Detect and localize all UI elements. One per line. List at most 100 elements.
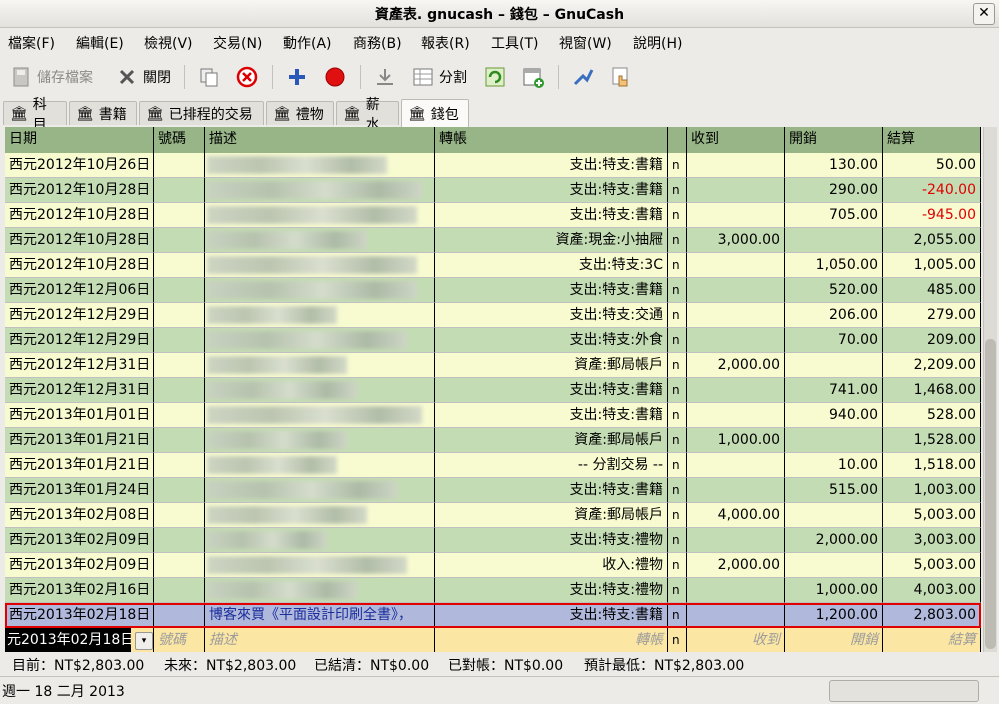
cell-date[interactable]: 西元2012年10月28日 (5, 253, 154, 278)
cell-withdrawal[interactable] (785, 553, 883, 578)
cell-desc[interactable] (205, 428, 435, 453)
cell-date[interactable]: 西元2012年12月29日 (5, 328, 154, 353)
cell-desc[interactable] (205, 553, 435, 578)
cell-deposit[interactable] (687, 578, 785, 603)
cell-deposit[interactable]: 2,000.00 (687, 353, 785, 378)
cell-r[interactable]: n (668, 153, 687, 178)
table-row[interactable]: 西元2013年01月21日 資產:郵局帳戶 n 1,000.00 1,528.00 (5, 428, 981, 453)
cell-deposit[interactable] (687, 153, 785, 178)
menu-item[interactable]: 交易(N) (213, 33, 262, 53)
cell-date[interactable]: 西元2013年01月21日 (5, 428, 154, 453)
cell-r[interactable]: n (668, 328, 687, 353)
cell-balance[interactable]: 279.00 (883, 303, 981, 328)
cell-deposit[interactable] (687, 603, 785, 628)
tab-account[interactable]: 🏛 薪水 (336, 97, 399, 133)
cell-balance[interactable]: 209.00 (883, 328, 981, 353)
table-row[interactable]: 西元2012年12月29日 支出:特支:外食 n 70.00 209.00 (5, 328, 981, 353)
cell-deposit[interactable] (687, 328, 785, 353)
add-button[interactable] (286, 63, 308, 91)
cell-deposit[interactable] (687, 453, 785, 478)
cell-date[interactable]: 西元2012年10月28日 (5, 178, 154, 203)
cell-transfer[interactable]: 支出:特支:書籍 (435, 178, 668, 203)
table-row[interactable]: 西元2013年01月01日 支出:特支:書籍 n 940.00 528.00 (5, 403, 981, 428)
cell-r[interactable]: n (668, 553, 687, 578)
cell-transfer[interactable]: 支出:特支:交通 (435, 303, 668, 328)
cell-desc[interactable]: 博客來買《平面設計印刷全書》， (205, 603, 435, 628)
cell-balance[interactable]: 5,003.00 (883, 503, 981, 528)
cell-deposit[interactable] (687, 253, 785, 278)
cell-desc[interactable] (205, 353, 435, 378)
cell-num[interactable] (154, 228, 205, 253)
cell-r[interactable]: n (668, 428, 687, 453)
cell-num[interactable] (154, 453, 205, 478)
cell-num[interactable] (154, 328, 205, 353)
cell-desc[interactable] (205, 303, 435, 328)
split-button[interactable]: 分割 (412, 63, 467, 91)
cell-deposit[interactable]: 4,000.00 (687, 503, 785, 528)
duplicate-button[interactable] (198, 63, 220, 91)
cell-withdrawal[interactable] (785, 353, 883, 378)
cell-date[interactable]: 西元2013年01月01日 (5, 403, 154, 428)
cell-withdrawal[interactable]: 70.00 (785, 328, 883, 353)
entry-withdrawal[interactable]: 開銷 (785, 628, 883, 652)
save-button[interactable]: 儲存檔案 (10, 63, 93, 91)
entry-balance[interactable]: 結算 (883, 628, 981, 652)
cell-withdrawal[interactable]: 515.00 (785, 478, 883, 503)
tab-account[interactable]: 🏛 禮物 (266, 101, 334, 125)
cell-date[interactable]: 西元2013年02月09日 (5, 528, 154, 553)
cell-balance[interactable]: 2,209.00 (883, 353, 981, 378)
cell-transfer[interactable]: 支出:特支:書籍 (435, 203, 668, 228)
cell-transfer[interactable]: 支出:特支:禮物 (435, 578, 668, 603)
table-row[interactable]: 西元2013年02月16日 支出:特支:禮物 n 1,000.00 4,003.00 (5, 578, 981, 603)
cell-date[interactable]: 西元2013年01月24日 (5, 478, 154, 503)
cell-desc[interactable] (205, 153, 435, 178)
tab-account[interactable]: 🏛 科目 (3, 97, 67, 133)
table-row[interactable]: 西元2013年02月09日 收入:禮物 n 2,000.00 5,003.00 (5, 553, 981, 578)
entry-r[interactable]: n (668, 628, 687, 652)
cell-date[interactable]: 西元2012年12月31日 (5, 378, 154, 403)
cell-num[interactable] (154, 178, 205, 203)
menu-item[interactable]: 商務(B) (353, 33, 402, 53)
cell-deposit[interactable] (687, 478, 785, 503)
menu-item[interactable]: 編輯(E) (76, 33, 124, 53)
table-row[interactable]: 西元2013年01月21日 -- 分割交易 -- n 10.00 1,518.00 (5, 453, 981, 478)
cell-deposit[interactable] (687, 178, 785, 203)
schedule-button[interactable] (522, 63, 544, 91)
cell-transfer[interactable]: 支出:特支:書籍 (435, 278, 668, 303)
cell-transfer[interactable]: 支出:特支:外食 (435, 328, 668, 353)
calendar-dropdown-icon[interactable]: ▾ (135, 632, 153, 650)
blank-entry-row[interactable]: 元2013年02月18日 ▾ 號碼 描述 轉帳 n 收到 開銷 結算 (5, 628, 981, 652)
cell-num[interactable] (154, 353, 205, 378)
entry-desc[interactable]: 描述 (205, 628, 435, 652)
cell-balance[interactable]: 1,468.00 (883, 378, 981, 403)
cell-desc[interactable] (205, 203, 435, 228)
cell-withdrawal[interactable]: 130.00 (785, 153, 883, 178)
cell-r[interactable]: n (668, 203, 687, 228)
cell-deposit[interactable] (687, 528, 785, 553)
cell-balance[interactable]: 2,803.00 (883, 603, 981, 628)
edit-account-button[interactable] (610, 63, 632, 91)
table-row[interactable]: 西元2013年02月09日 支出:特支:禮物 n 2,000.00 3,003.00 (5, 528, 981, 553)
cell-desc[interactable] (205, 228, 435, 253)
cell-balance[interactable]: 485.00 (883, 278, 981, 303)
cell-transfer[interactable]: 資產:現金:小抽屜 (435, 228, 668, 253)
cell-date[interactable]: 西元2012年10月28日 (5, 203, 154, 228)
cell-desc[interactable] (205, 278, 435, 303)
tab-account[interactable]: 🏛 錢包 (401, 99, 469, 127)
cell-num[interactable] (154, 478, 205, 503)
cell-transfer[interactable]: 支出:特支:書籍 (435, 153, 668, 178)
cell-withdrawal[interactable] (785, 228, 883, 253)
cell-desc[interactable] (205, 503, 435, 528)
cell-transfer[interactable]: 支出:特支:禮物 (435, 528, 668, 553)
table-row[interactable]: 西元2012年10月26日 支出:特支:書籍 n 130.00 50.00 (5, 153, 981, 178)
cell-num[interactable] (154, 203, 205, 228)
cell-r[interactable]: n (668, 603, 687, 628)
cell-desc[interactable] (205, 578, 435, 603)
cell-deposit[interactable] (687, 203, 785, 228)
cell-deposit[interactable]: 3,000.00 (687, 228, 785, 253)
entry-deposit[interactable]: 收到 (687, 628, 785, 652)
cell-num[interactable] (154, 553, 205, 578)
delete-button[interactable] (236, 63, 258, 91)
cell-withdrawal[interactable]: 2,000.00 (785, 528, 883, 553)
enter-button[interactable] (374, 63, 396, 91)
